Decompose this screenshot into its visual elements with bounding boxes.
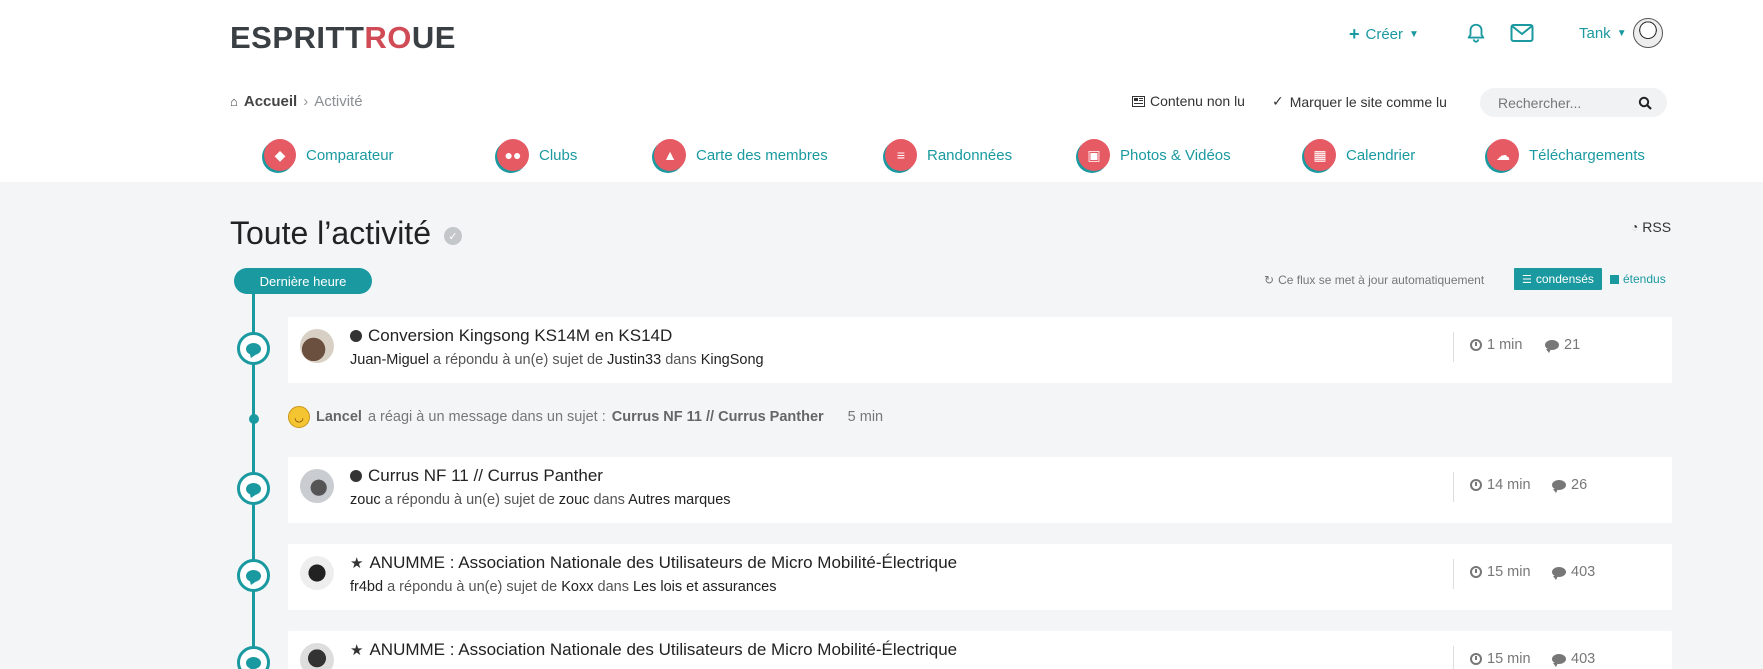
activity-replies: 21 [1545,337,1580,353]
avatar [1632,18,1663,48]
timeline-period-badge: Dernière heure [234,268,372,294]
avatar[interactable] [300,469,334,503]
mark-site-read-link[interactable]: ✓ Marquer le site comme lu [1272,93,1447,110]
rss-link[interactable]: ◔ RSS [1631,219,1671,235]
user-menu[interactable]: Tank ▼ [1579,18,1663,48]
unread-content-link[interactable]: Contenu non lu [1132,93,1245,109]
comment-icon [1552,567,1566,580]
unread-dot-icon [350,470,362,482]
calendar-icon: ▦ [1304,139,1336,171]
timeline-dot [249,414,259,424]
search-icon[interactable] [1638,96,1652,110]
comment-icon [1552,654,1566,667]
users-icon: ●● [497,139,529,171]
activity-title[interactable]: ★ ANUMME : Association Nationale des Util… [350,640,957,660]
activity-time: 15 min [1470,564,1531,580]
signpost-icon: ≡ [885,139,917,171]
clock-icon [1470,479,1482,491]
mail-icon[interactable] [1510,23,1534,43]
comment-icon [246,569,261,582]
divider [1453,559,1454,589]
auto-update-notice: ↻ Ce flux se met à jour automatiquement [1264,273,1485,287]
site-header: ESPRITTROUE + Créer ▼ Tank ▼ ⌂ Accueil ›… [0,0,1763,182]
view-condensed-button[interactable]: ☰ condensés [1514,268,1602,290]
caret-down-icon: ▼ [1409,29,1419,40]
follow-check-icon[interactable]: ✓ [444,227,462,245]
cloud-icon: ☁ [1487,139,1519,171]
avatar[interactable] [300,643,334,669]
rss-icon: ◔ [1631,220,1639,234]
search-box [1480,88,1667,117]
map-pin-icon: ▲ [654,139,686,171]
activity-time: 1 min [1470,337,1522,353]
avatar[interactable] [300,329,334,363]
nav-item-calendrier[interactable]: ▦ Calendrier [1304,139,1415,171]
check-icon: ✓ [1272,93,1284,109]
plus-icon: + [1349,24,1360,44]
nav-item-telechargements[interactable]: ☁ Téléchargements [1487,139,1645,171]
tag-icon: ◆ [264,139,296,171]
activity-time: 14 min [1470,477,1531,493]
newspaper-icon [1132,95,1145,107]
bell-icon[interactable] [1465,22,1487,44]
divider [1453,332,1454,362]
activity-meta: Juan-Miguel a répondu à un(e) sujet de J… [350,352,764,368]
timeline-comment-node [237,646,270,669]
breadcrumb-home[interactable]: Accueil [244,93,297,110]
create-button[interactable]: + Créer ▼ [1349,24,1419,45]
activity-replies: 403 [1552,651,1595,667]
activity-title[interactable]: Conversion Kingsong KS14M en KS14D [350,326,672,346]
chevron-right-icon: › [303,93,309,110]
star-icon: ★ [350,642,364,659]
laugh-emoji-icon: ◡ [288,406,310,428]
divider [1453,472,1454,502]
site-logo[interactable]: ESPRITTROUE [230,20,456,56]
search-input[interactable] [1498,94,1638,111]
nav-item-randonnees[interactable]: ≡ Randonnées [885,139,1012,171]
comment-icon [246,482,261,495]
nav-item-clubs[interactable]: ●● Clubs [497,139,577,171]
caret-down-icon: ▼ [1616,27,1627,39]
comment-icon [1552,480,1566,493]
nav-item-comparateur[interactable]: ◆ Comparateur [264,139,394,171]
timeline-comment-node [237,472,270,505]
activity-replies: 26 [1552,477,1587,493]
activity-item: Conversion Kingsong KS14M en KS14D Juan-… [288,317,1672,383]
comment-icon [1545,340,1559,353]
comment-icon [246,342,261,355]
activity-item: Currus NF 11 // Currus Panther zouc a ré… [288,457,1672,523]
activity-meta: zouc a répondu à un(e) sujet de zouc dan… [350,492,731,508]
divider [1453,646,1454,669]
nav-item-photos-videos[interactable]: ▣ Photos & Vidéos [1078,139,1231,171]
square-icon [1610,274,1619,284]
breadcrumb-current: Activité [314,93,363,110]
unread-dot-icon [350,330,362,342]
clock-icon [1470,653,1482,665]
view-expanded-button[interactable]: étendus [1610,272,1666,286]
home-icon: ⌂ [230,94,238,109]
activity-title[interactable]: ★ ANUMME : Association Nationale des Util… [350,553,957,573]
activity-replies: 403 [1552,564,1595,580]
refresh-icon: ↻ [1264,273,1275,287]
nav-item-carte-des-membres[interactable]: ▲ Carte des membres [654,139,828,171]
breadcrumb: ⌂ Accueil › Activité [230,93,363,110]
activity-title[interactable]: Currus NF 11 // Currus Panther [350,466,603,486]
activity-time: 15 min [1470,651,1531,667]
comment-icon [246,656,261,669]
activity-meta: fr4bd a répondu à un(e) sujet de Koxx da… [350,579,777,595]
list-icon: ☰ [1522,273,1532,286]
activity-item: ★ ANUMME : Association Nationale des Util… [288,544,1672,610]
clock-icon [1470,339,1482,351]
timeline-comment-node [237,332,270,365]
page-title: Toute l’activité [230,215,431,251]
reaction-item: ◡ Lancel a réagi à un message dans un su… [288,406,883,428]
avatar[interactable] [300,556,334,590]
activity-item: ★ ANUMME : Association Nationale des Util… [288,631,1672,669]
clock-icon [1470,566,1482,578]
image-icon: ▣ [1078,139,1110,171]
timeline-comment-node [237,559,270,592]
star-icon: ★ [350,555,364,572]
